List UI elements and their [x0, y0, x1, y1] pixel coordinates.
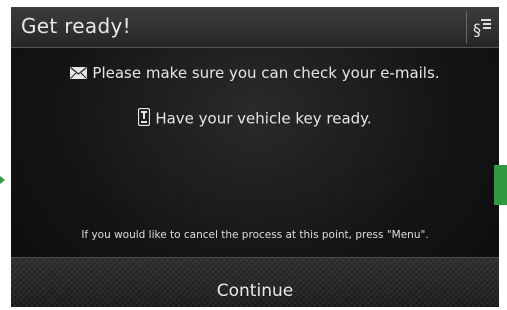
email-message-text: Please make sure you can check your e-ma… — [92, 64, 440, 82]
display-screen: Get ready! § Please make sure you can ch… — [11, 7, 499, 307]
key-message: Have your vehicle key ready. — [11, 107, 499, 130]
envelope-icon — [70, 65, 88, 83]
side-scroll-tab[interactable] — [494, 165, 507, 205]
key-message-text: Have your vehicle key ready. — [155, 109, 372, 128]
continue-button-label[interactable]: Continue — [11, 281, 499, 301]
cancel-note: If you would like to cancel the process … — [81, 229, 429, 241]
header-bar: Get ready! § — [11, 7, 499, 48]
email-message: Please make sure you can check your e-ma… — [11, 64, 499, 83]
key-icon — [138, 107, 151, 130]
page-title: Get ready! — [21, 14, 131, 38]
settings-button[interactable]: § — [467, 7, 499, 47]
left-indicator-arrow — [0, 176, 5, 184]
svg-text:§: § — [473, 20, 481, 38]
settings-list-icon: § — [473, 19, 491, 38]
